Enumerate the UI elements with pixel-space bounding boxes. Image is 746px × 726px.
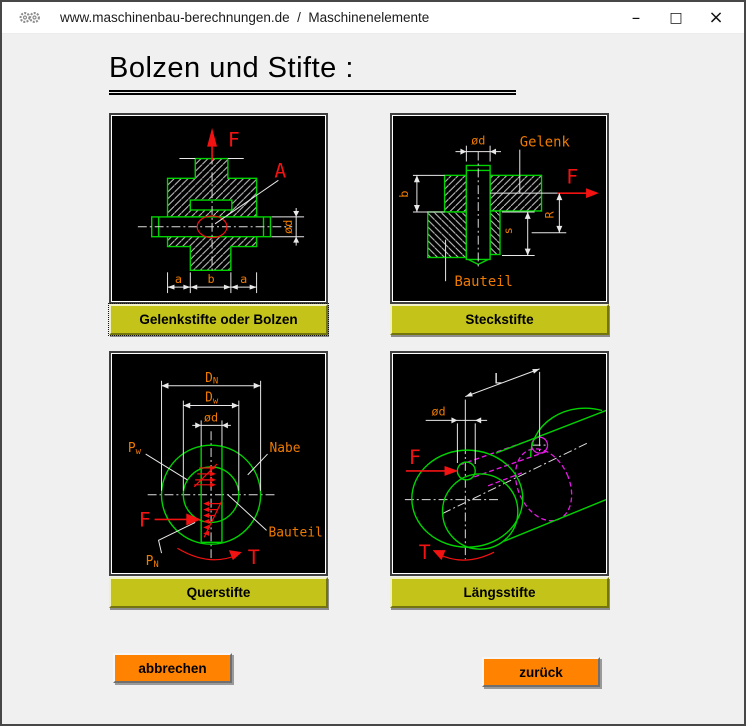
label-force-f: F — [139, 508, 151, 531]
app-window: www.maschinenbau-berechnungen.de / Masch… — [0, 0, 746, 726]
label-force-f: F — [409, 446, 421, 469]
label-torque-t: T — [419, 541, 431, 564]
laengsstifte-drawing: L ød F T — [393, 354, 606, 573]
page-title: Bolzen und Stifte : — [109, 52, 516, 95]
querstifte-diagram: DN Dw ød Pw Nabe Bauteil — [109, 351, 328, 576]
force-arrow — [207, 128, 217, 161]
laengs-centerlines — [405, 437, 589, 559]
laengsstifte-button[interactable]: Längsstifte — [390, 577, 609, 608]
force-arrow — [155, 514, 202, 526]
label-dim-b: b — [208, 272, 215, 286]
length-dimension — [465, 369, 539, 445]
maximize-button[interactable]: □ — [656, 4, 696, 32]
label-pw: Pw — [128, 441, 142, 457]
label-force-f: F — [228, 129, 240, 152]
gelenkstifte-diagram: F A ød — [109, 113, 328, 304]
label-gelenk: Gelenk — [520, 135, 571, 151]
minimize-button[interactable]: – — [616, 4, 656, 32]
b-dimension — [413, 175, 445, 212]
label-dim-a-right: a — [240, 272, 247, 286]
gelenkstifte-drawing: F A ød — [112, 116, 325, 301]
pressure-arrows-lower — [203, 501, 222, 538]
label-nabe: Nabe — [270, 441, 301, 456]
label-torque-t: T — [248, 546, 260, 569]
laengs-shapes — [412, 408, 606, 549]
label-diameter: ød — [471, 134, 485, 148]
pn-leader — [159, 522, 196, 553]
label-depth: s — [501, 227, 515, 234]
gelenk-shapes — [152, 159, 271, 271]
label-diameter: ød — [204, 410, 218, 424]
diameter-dimension — [426, 417, 487, 464]
torque-arrow — [177, 548, 241, 560]
label-dw: Dw — [205, 391, 219, 407]
querstifte-button[interactable]: Querstifte — [109, 577, 328, 608]
laengsstifte-diagram: L ød F T — [390, 351, 609, 576]
steckstifte-diagram: ød Gelenk F R s — [390, 113, 609, 304]
querstifte-drawing: DN Dw ød Pw Nabe Bauteil — [112, 354, 325, 573]
label-force-f: F — [566, 165, 578, 188]
steck-shapes — [428, 165, 542, 264]
torque-arrow — [433, 550, 494, 560]
pw-leader — [146, 454, 188, 480]
gelenkstifte-button[interactable]: Gelenkstifte oder Bolzen — [109, 304, 328, 335]
steckstifte-button[interactable]: Steckstifte — [390, 304, 609, 335]
gears-icon — [19, 10, 41, 25]
close-button[interactable]: × — [696, 4, 736, 32]
label-dn: DN — [205, 371, 218, 387]
label-length-l: L — [494, 372, 502, 388]
steckstifte-drawing: ød Gelenk F R s — [393, 116, 606, 301]
label-pn: PN — [146, 554, 159, 570]
label-diameter: ød — [281, 220, 295, 234]
label-diameter: ød — [431, 404, 445, 418]
titlebar: www.maschinenbau-berechnungen.de / Masch… — [2, 2, 744, 34]
label-radius: R — [542, 211, 556, 219]
cancel-button[interactable]: abbrechen — [113, 653, 232, 683]
label-bauteil: Bauteil — [454, 274, 512, 290]
back-button[interactable]: zurück — [482, 657, 600, 687]
pressure-arrows-upper — [194, 464, 217, 487]
label-bauteil: Bauteil — [269, 525, 323, 540]
quer-centerlines — [148, 431, 275, 559]
label-width-b: b — [397, 191, 411, 198]
window-title: www.maschinenbau-berechnungen.de / Masch… — [60, 10, 429, 25]
window-controls: – □ × — [616, 4, 744, 32]
label-dim-a-left: a — [175, 272, 182, 286]
label-section-a: A — [274, 159, 286, 182]
